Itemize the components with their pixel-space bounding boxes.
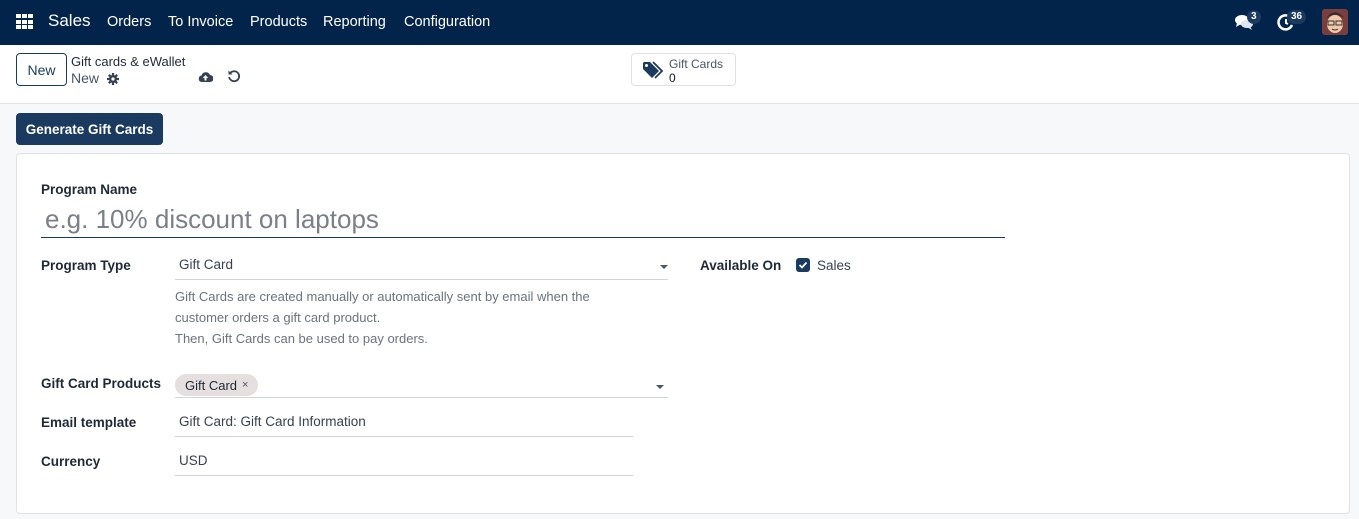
- chevron-down-icon[interactable]: [660, 265, 668, 269]
- menu-products[interactable]: Products: [250, 14, 307, 30]
- program-type-help: Gift Cards are created manually or autom…: [175, 286, 590, 349]
- form-sheet: Program Name Program Type Gift Card Gift…: [16, 153, 1350, 514]
- email-template-field[interactable]: Gift Card: Gift Card Information: [175, 411, 633, 437]
- checkmark-icon: [798, 261, 808, 269]
- program-type-select[interactable]: Gift Card: [175, 254, 668, 280]
- smart-button-count: 0: [669, 71, 676, 85]
- activities-badge: 36: [1287, 10, 1307, 24]
- program-type-label: Program Type: [41, 258, 131, 273]
- gift-card-product-tag: Gift Card ×: [175, 374, 259, 396]
- control-panel: New Gift cards & eWallet New Gift Cards …: [0, 45, 1359, 104]
- generate-gift-cards-button[interactable]: Generate Gift Cards: [16, 113, 163, 145]
- menu-orders[interactable]: Orders: [107, 14, 151, 30]
- avatar-face-icon: [1322, 9, 1348, 35]
- currency-value: USD: [179, 453, 208, 468]
- currency-label: Currency: [41, 454, 101, 469]
- discard-undo-icon[interactable]: [227, 69, 241, 83]
- new-button[interactable]: New: [16, 53, 67, 86]
- gift-cards-smart-button[interactable]: Gift Cards 0: [631, 53, 736, 86]
- currency-field[interactable]: USD: [175, 450, 633, 476]
- tags-icon: [643, 61, 664, 79]
- breadcrumb-parent-link[interactable]: Gift cards & eWallet: [71, 54, 185, 69]
- gift-card-products-label: Gift Card Products: [41, 376, 162, 391]
- tag-label: Gift Card: [185, 377, 238, 393]
- program-name-input[interactable]: [41, 202, 1005, 238]
- menu-to-invoice[interactable]: To Invoice: [168, 14, 233, 30]
- menu-reporting[interactable]: Reporting: [323, 14, 386, 30]
- messages-badge: 3: [1247, 10, 1261, 24]
- remove-tag-icon[interactable]: ×: [242, 379, 248, 391]
- program-type-value: Gift Card: [179, 257, 234, 272]
- email-template-value: Gift Card: Gift Card Information: [179, 414, 366, 429]
- menu-configuration[interactable]: Configuration: [404, 14, 490, 30]
- user-avatar[interactable]: [1322, 9, 1348, 35]
- smart-button-label: Gift Cards: [669, 57, 724, 71]
- apps-menu-icon[interactable]: [16, 14, 33, 30]
- help-line: customer orders a gift card product.: [175, 310, 381, 325]
- email-template-label: Email template: [41, 415, 137, 430]
- top-navbar: Sales Orders To Invoice Products Reporti…: [0, 0, 1359, 45]
- app-brand[interactable]: Sales: [48, 11, 91, 31]
- sales-checkbox[interactable]: [796, 258, 810, 272]
- help-line: Then, Gift Cards can be used to pay orde…: [175, 331, 428, 346]
- program-name-label: Program Name: [41, 182, 138, 197]
- available-on-label: Available On: [700, 258, 782, 273]
- sales-checkbox-label[interactable]: Sales: [817, 258, 851, 273]
- chevron-down-icon[interactable]: [656, 385, 664, 389]
- save-cloud-upload-icon[interactable]: [198, 70, 214, 83]
- breadcrumb-current: New: [71, 70, 100, 86]
- help-line: Gift Cards are created manually or autom…: [175, 289, 590, 304]
- gear-icon[interactable]: [107, 72, 119, 85]
